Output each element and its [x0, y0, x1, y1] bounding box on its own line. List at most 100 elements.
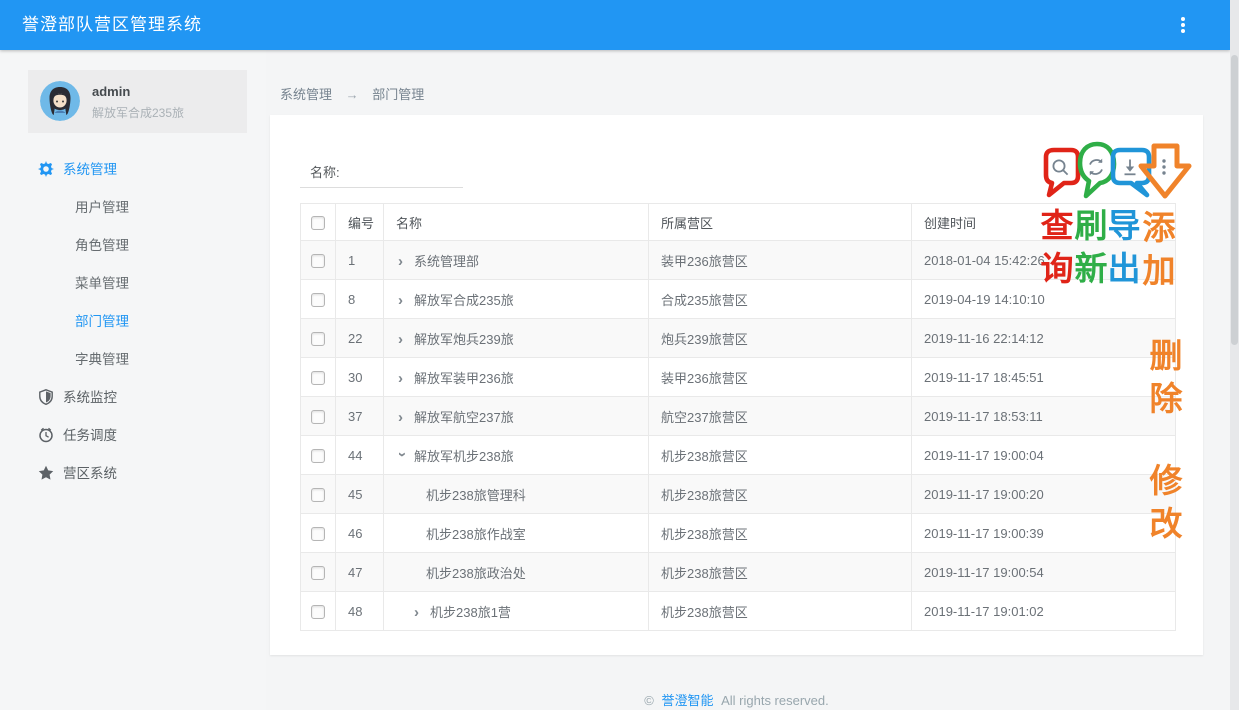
table-row[interactable]: 48 机步238旅1营 机步238旅营区 2019-11-17 19:01:02: [301, 592, 1176, 631]
sidebar-item-dictionary-management[interactable]: 字典管理: [0, 341, 266, 379]
sidebar-item-role-management[interactable]: 角色管理: [0, 227, 266, 265]
cell-id: 22: [336, 319, 384, 358]
row-checkbox[interactable]: [311, 254, 325, 268]
breadcrumb-parent[interactable]: 系统管理: [280, 87, 332, 102]
row-checkbox[interactable]: [311, 332, 325, 346]
cell-name: 解放军航空237旅: [414, 410, 514, 425]
search-icon: [1050, 157, 1070, 177]
expand-icon[interactable]: [398, 254, 407, 269]
cell-name: 解放军合成235旅: [414, 293, 514, 308]
row-checkbox[interactable]: [311, 410, 325, 424]
row-checkbox[interactable]: [311, 605, 325, 619]
cell-name: 机步238旅政治处: [426, 566, 526, 581]
cell-name: 解放军机步238旅: [414, 449, 514, 464]
expand-icon[interactable]: [398, 293, 407, 308]
refresh-button[interactable]: [1086, 157, 1106, 177]
cell-created: 2018-01-04 15:42:26: [912, 241, 1176, 280]
vertical-dots-icon: [1175, 15, 1191, 35]
breadcrumb-separator-icon: →: [346, 87, 359, 102]
cell-id: 48: [336, 592, 384, 631]
name-filter-label: 名称:: [310, 162, 340, 181]
sidebar-item-label: 系统监控: [63, 390, 117, 405]
cell-name: 系统管理部: [414, 254, 479, 269]
cell-camp: 机步238旅营区: [649, 553, 912, 592]
user-name: admin: [92, 84, 130, 99]
table-row[interactable]: 1 系统管理部 装甲236旅营区 2018-01-04 15:42:26: [301, 241, 1176, 280]
table-row[interactable]: 30 解放军装甲236旅 装甲236旅营区 2019-11-17 18:45:5…: [301, 358, 1176, 397]
cell-created: 2019-11-17 18:53:11: [912, 397, 1176, 436]
table-row[interactable]: 22 解放军炮兵239旅 炮兵239旅营区 2019-11-16 22:14:1…: [301, 319, 1176, 358]
column-header-camp[interactable]: 所属营区: [649, 204, 912, 241]
sidebar-item-task-scheduling[interactable]: 任务调度: [0, 417, 266, 455]
row-checkbox[interactable]: [311, 566, 325, 580]
cell-created: 2019-11-17 19:00:04: [912, 436, 1176, 475]
expand-icon[interactable]: [414, 605, 423, 620]
expand-icon[interactable]: [398, 332, 407, 347]
sidebar-item-user-management[interactable]: 用户管理: [0, 189, 266, 227]
cell-created: 2019-11-17 19:00:54: [912, 553, 1176, 592]
cell-id: 37: [336, 397, 384, 436]
column-header-id[interactable]: 编号: [336, 204, 384, 241]
brand-link[interactable]: 誉澄智能: [661, 693, 713, 708]
copyright-symbol: ©: [644, 693, 654, 708]
row-checkbox[interactable]: [311, 293, 325, 307]
cell-created: 2019-11-17 19:00:39: [912, 514, 1176, 553]
sidebar-item-system-management[interactable]: 系统管理: [0, 151, 266, 189]
cell-name: 解放军装甲236旅: [414, 371, 514, 386]
rights-text: All rights reserved.: [721, 693, 829, 708]
sidebar-item-system-monitor[interactable]: 系统监控: [0, 379, 266, 417]
table-row[interactable]: 47 机步238旅政治处 机步238旅营区 2019-11-17 19:00:5…: [301, 553, 1176, 592]
cell-camp: 航空237旅营区: [649, 397, 912, 436]
sidebar-item-department-management[interactable]: 部门管理: [0, 303, 266, 341]
download-icon: [1120, 157, 1140, 177]
sidebar-item-camp-system[interactable]: 营区系统: [0, 455, 266, 493]
more-actions-button[interactable]: [1154, 157, 1174, 177]
sidebar-item-label: 任务调度: [63, 428, 117, 443]
sidebar-item-label: 用户管理: [75, 200, 129, 215]
cell-id: 1: [336, 241, 384, 280]
shield-icon: [38, 382, 54, 398]
cell-id: 44: [336, 436, 384, 475]
sidebar-item-label: 字典管理: [75, 352, 129, 367]
row-checkbox[interactable]: [311, 371, 325, 385]
row-checkbox[interactable]: [311, 449, 325, 463]
sidebar: admin 解放军合成235旅 系统管理 用户管理 角色管理 菜单管理 部门管理…: [0, 50, 266, 710]
header-more-menu-button[interactable]: [1168, 10, 1198, 40]
cell-camp: 装甲236旅营区: [649, 358, 912, 397]
sidebar-item-menu-management[interactable]: 菜单管理: [0, 265, 266, 303]
cell-created: 2019-11-17 19:01:02: [912, 592, 1176, 631]
page-scrollbar-track[interactable]: [1230, 0, 1239, 710]
cell-camp: 合成235旅营区: [649, 280, 912, 319]
sidebar-item-label: 角色管理: [75, 238, 129, 253]
expand-icon[interactable]: [398, 410, 407, 425]
table-row[interactable]: 37 解放军航空237旅 航空237旅营区 2019-11-17 18:53:1…: [301, 397, 1176, 436]
collapse-icon[interactable]: [395, 452, 410, 461]
star-icon: [38, 458, 54, 474]
row-checkbox[interactable]: [311, 488, 325, 502]
select-all-checkbox[interactable]: [311, 216, 325, 230]
page-scrollbar-thumb[interactable]: [1231, 55, 1238, 345]
expand-icon[interactable]: [398, 371, 407, 386]
table-row[interactable]: 44 解放军机步238旅 机步238旅营区 2019-11-17 19:00:0…: [301, 436, 1176, 475]
column-header-created[interactable]: 创建时间: [912, 204, 1176, 241]
table-row[interactable]: 46 机步238旅作战室 机步238旅营区 2019-11-17 19:00:3…: [301, 514, 1176, 553]
cell-name: 机步238旅作战室: [426, 527, 526, 542]
cell-created: 2019-11-17 19:00:20: [912, 475, 1176, 514]
clock-icon: [38, 420, 54, 436]
content-card: 名称:: [270, 115, 1203, 655]
sidebar-item-label: 部门管理: [75, 314, 129, 329]
user-info-panel: admin 解放军合成235旅: [28, 70, 247, 133]
search-button[interactable]: [1050, 157, 1070, 177]
table-row[interactable]: 45 机步238旅管理科 机步238旅营区 2019-11-17 19:00:2…: [301, 475, 1176, 514]
refresh-icon: [1086, 157, 1106, 177]
export-button[interactable]: [1120, 157, 1140, 177]
sidebar-item-label: 系统管理: [63, 162, 117, 177]
cell-created: 2019-11-16 22:14:12: [912, 319, 1176, 358]
cell-id: 46: [336, 514, 384, 553]
cell-id: 30: [336, 358, 384, 397]
cell-name: 机步238旅1营: [430, 605, 511, 620]
column-header-name[interactable]: 名称: [384, 204, 649, 241]
table-header-row: 编号 名称 所属营区 创建时间: [301, 204, 1176, 241]
row-checkbox[interactable]: [311, 527, 325, 541]
table-row[interactable]: 8 解放军合成235旅 合成235旅营区 2019-04-19 14:10:10: [301, 280, 1176, 319]
